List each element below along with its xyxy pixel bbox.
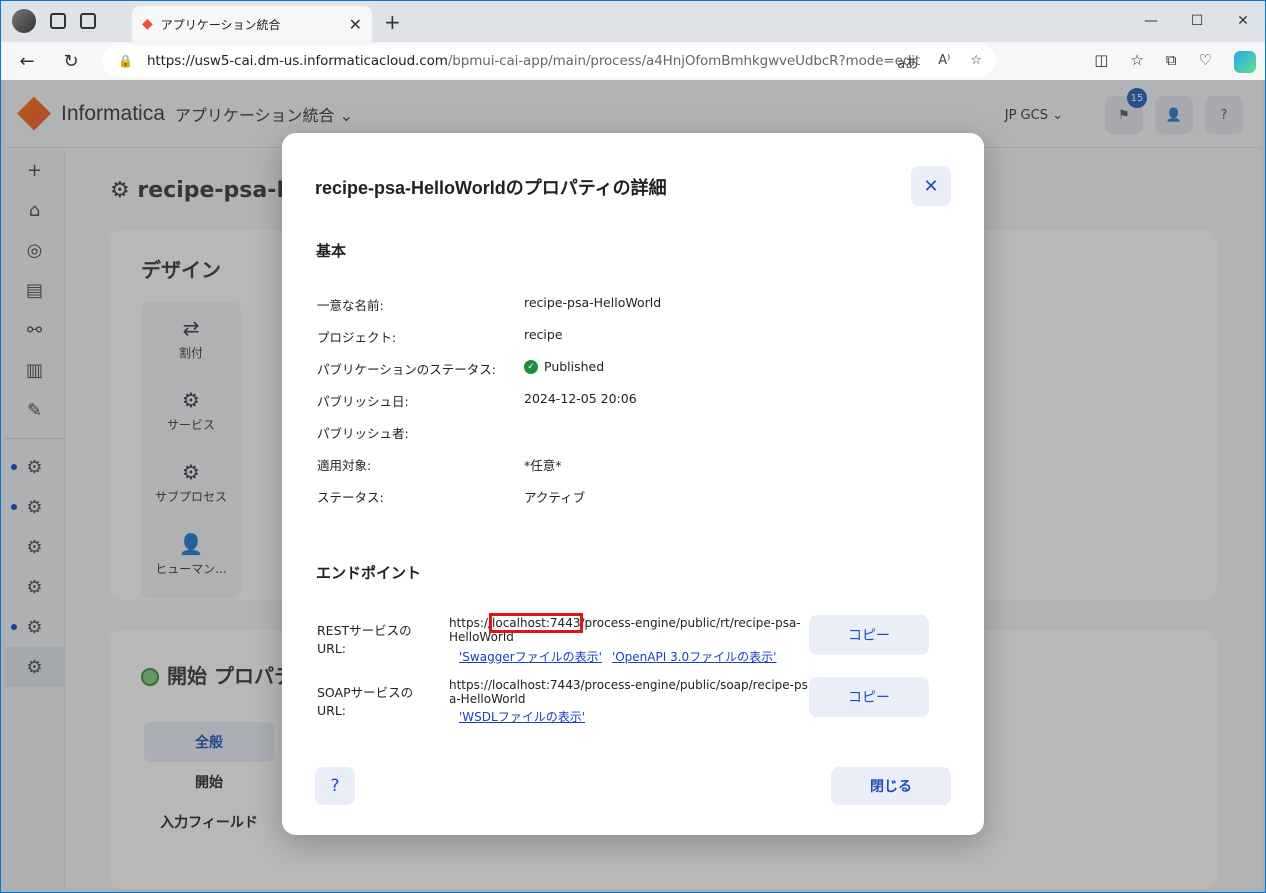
minimize-icon[interactable]: — [1128,0,1174,42]
field-value-text: アクティブ [524,490,586,505]
split-screen-icon[interactable]: ◫ [1094,51,1108,73]
profile-avatar[interactable] [12,9,36,33]
field-row: プロジェクト: recipe [317,327,937,347]
close-button[interactable]: 閉じる [831,767,951,805]
workspaces-icon[interactable] [50,13,66,29]
browser-toolbar: ← ↻ 🔒 https://usw5-cai.dm-us.informatica… [0,42,1266,80]
url-path: /bpmui-cai-app/main/process/a4HnjOfomBmh… [447,53,921,69]
favorite-star-icon[interactable]: ☆ [970,53,982,72]
back-icon[interactable]: ← [10,51,44,72]
help-button[interactable]: ? [315,767,355,805]
read-aloud-icon[interactable]: A⁾ [938,53,950,72]
field-label: パブリケーションのステータス: [317,362,496,377]
browser-essentials-icon[interactable]: ♡ [1199,51,1212,73]
refresh-icon[interactable]: ↻ [54,51,88,72]
soap-label: SOAPサービスの URL: [317,685,414,718]
collections-icon[interactable]: ⧉ [1166,51,1177,73]
tab-actions-icon[interactable] [80,13,96,29]
tab-title: アプリケーション統合 [160,17,281,32]
rest-label: RESTサービスの URL: [317,623,412,656]
browser-tab[interactable]: ◆ アプリケーション統合 ✕ [132,6,372,42]
favorites-icon[interactable]: ☆ [1130,51,1143,73]
openapi-link[interactable]: 'OpenAPI 3.0ファイルの表示' [612,648,777,665]
properties-details-dialog: recipe-psa-HelloWorldのプロパティの詳細 ✕ 基本 一意な名… [282,133,984,835]
field-value-text: recipe [524,327,563,342]
field-row: ステータス: アクティブ [317,487,937,507]
field-value: アクティブ [524,487,585,506]
swagger-link[interactable]: 'Swaggerファイルの表示' [459,648,602,665]
copilot-icon[interactable] [1234,51,1256,73]
field-row: パブリケーションのステータス: ✓ Published [317,359,937,379]
url-host: https://usw5-cai.dm-us.informaticacloud.… [146,53,448,69]
url-text: https://usw5-cai.dm-us.informaticacloud.… [147,53,920,69]
maximize-icon[interactable]: ☐ [1174,0,1220,42]
new-tab-icon[interactable]: + [384,10,401,34]
soap-copy-button[interactable]: コピー [809,677,929,717]
field-label: プロジェクト: [317,330,397,345]
field-label: ステータス: [317,490,384,505]
window-close-icon[interactable]: ✕ [1220,0,1266,42]
field-label: パブリッシュ日: [317,394,409,409]
address-bar[interactable]: 🔒 https://usw5-cai.dm-us.informaticaclou… [102,45,996,77]
field-value: ✓ Published [524,359,604,374]
browser-titlebar: ◆ アプリケーション統合 ✕ + — ☐ ✕ [0,0,1266,42]
field-value: recipe-psa-HelloWorld [524,295,661,310]
rest-url: https://localhost:7443/process-engine/pu… [449,613,809,644]
field-value: 2024-12-05 20:06 [524,391,637,406]
field-value-text: *任意* [524,458,562,473]
field-row: パブリッシュ者: [317,423,937,443]
field-row: 一意な名前: recipe-psa-HelloWorld [317,295,937,315]
rest-url-host-highlight: localhost:7443 [489,613,584,633]
tab-close-icon[interactable]: ✕ [349,15,362,34]
field-label: 一意な名前: [317,298,384,313]
rest-url-prefix: https:// [449,616,493,630]
field-value: recipe [524,327,563,342]
field-value-text: recipe-psa-HelloWorld [524,295,662,310]
informatica-favicon-icon: ◆ [142,16,153,32]
field-label: 適用対象: [317,458,372,473]
translate-icon[interactable]: aあ [897,53,918,72]
rest-links: 'Swaggerファイルの表示' 'OpenAPI 3.0ファイルの表示' [459,648,776,665]
dialog-close-icon[interactable]: ✕ [911,166,951,206]
field-label: パブリッシュ者: [317,426,409,441]
field-value-text: 2024-12-05 20:06 [524,391,637,406]
field-row: 適用対象: *任意* [317,455,937,475]
endpoint-heading: エンドポイント [316,564,422,582]
rest-copy-button[interactable]: コピー [809,615,929,655]
field-value: *任意* [524,455,562,474]
soap-links: 'WSDLファイルの表示' [459,708,585,725]
soap-url: https://localhost:7443/process-engine/pu… [449,678,808,706]
dialog-title: recipe-psa-HelloWorldのプロパティの詳細 [315,178,667,198]
status-published: Published [544,359,605,374]
lock-icon: 🔒 [118,54,133,68]
field-row: パブリッシュ日: 2024-12-05 20:06 [317,391,937,411]
wsdl-link[interactable]: 'WSDLファイルの表示' [459,708,585,725]
published-check-icon: ✓ [524,359,538,374]
basic-heading: 基本 [316,242,347,260]
